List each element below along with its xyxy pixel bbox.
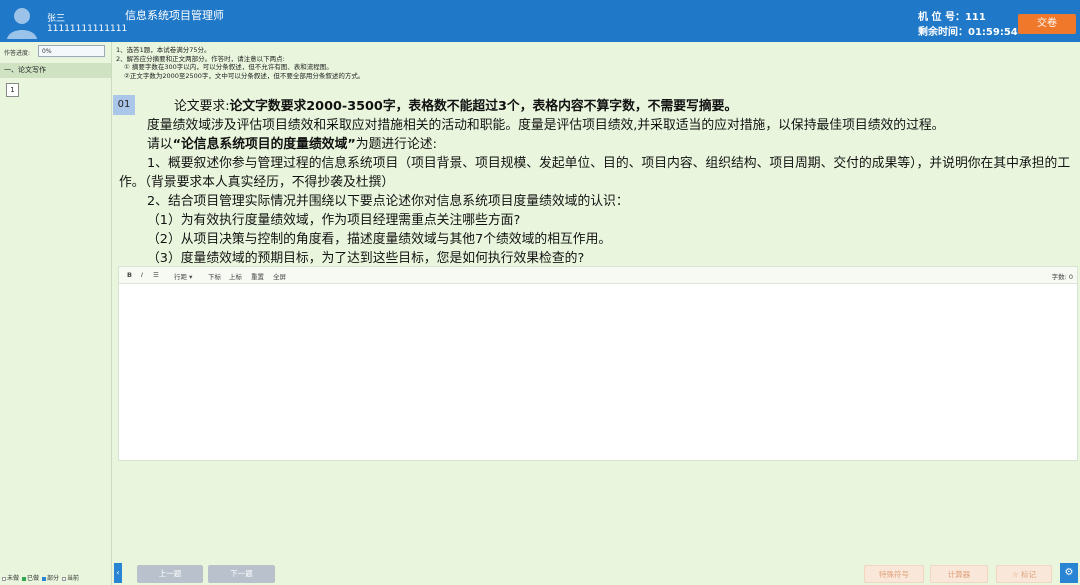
instruction-line: ②正文字数为2000至2500字，文中可以分条叙述，但不要全部用分条叙述的方式。 [124, 71, 365, 80]
line-spacing-dropdown[interactable]: 行距 ▾ [174, 271, 192, 281]
next-question-button[interactable]: 下一题 [208, 565, 275, 583]
answer-editor: B I ☰ 行距 ▾ 下标 上标 重置 全屏 字数: 0 [118, 266, 1078, 461]
question-subpoint-2: （2）从项目决策与控制的角度看，描述度量绩效域与其他7个绩效域的相互作用。 [147, 232, 612, 247]
legend-item-partial: 部分 [42, 573, 59, 582]
editor-toolbar: B I ☰ 行距 ▾ 下标 上标 重置 全屏 字数: 0 [119, 267, 1077, 284]
question-intro: 度量绩效域涉及评估项目绩效和采取应对措施相关的活动和职能。度量是评估项目绩效,并… [147, 118, 945, 133]
mark-button[interactable]: ☆ 标记 [996, 565, 1052, 583]
status-legend: 未做 已做 部分 当前 [2, 573, 79, 582]
word-count: 字数: 0 [1051, 273, 1073, 281]
legend-item-current: 当前 [62, 573, 79, 582]
question-point-2: 2、结合项目管理实际情况并围绕以下要点论述你对信息系统项目度量绩效域的认识： [147, 194, 629, 209]
avatar-icon [4, 3, 40, 39]
answer-textarea[interactable] [119, 284, 1077, 460]
submit-button[interactable]: 交卷 [1018, 14, 1076, 34]
exam-title: 信息系统项目管理师 [125, 9, 224, 22]
legend-item-done: 已做 [22, 573, 39, 582]
bold-button[interactable]: B [127, 271, 132, 279]
user-name: 张三 [47, 14, 66, 24]
remaining-time: 剩余时间：01:59:54 [918, 27, 1018, 38]
section-title[interactable]: 一、论文写作 [0, 63, 111, 78]
question-body: 论文要求:论文字数要求2000-3500字，表格数不能超过3个，表格内容不算字数… [119, 97, 1080, 268]
list-icon[interactable]: ☰ [153, 271, 159, 279]
top-header: 张三 11111111111111 信息系统项目管理师 机 位 号：111 剩余… [0, 0, 1080, 42]
user-id: 11111111111111 [47, 24, 128, 34]
question-point-1: 1、概要叙述你参与管理过程的信息系统项目（项目背景、项目规模、发起单位、目的、项… [119, 156, 1071, 190]
subscript-button[interactable]: 下标 [208, 271, 221, 281]
legend-item-undone: 未做 [2, 573, 19, 582]
fullscreen-button[interactable]: 全屏 [273, 271, 286, 281]
instruction-line: ① 摘要字数在300字以内，可以分条叙述，但不允许有图、表和流程图。 [124, 63, 333, 71]
superscript-button[interactable]: 上标 [229, 271, 242, 281]
left-panel: 作答进度: 0% 一、论文写作 1 未做 已做 部分 当前 [0, 42, 112, 585]
italic-button[interactable]: I [141, 271, 143, 279]
progress-text: 0% [42, 48, 52, 55]
collapse-sidebar-icon[interactable]: ‹ [114, 563, 122, 583]
special-symbol-button[interactable]: 特殊符号 [864, 565, 924, 583]
prev-question-button[interactable]: 上一题 [137, 565, 203, 583]
settings-gear-icon[interactable]: ⚙ [1060, 563, 1078, 583]
reset-button[interactable]: 重置 [251, 271, 264, 281]
instruction-line: 1、选答1题，本试卷满分75分。 [116, 46, 211, 54]
question-nav-item[interactable]: 1 [6, 83, 19, 97]
progress-bar: 0% [38, 45, 105, 57]
question-topic: 请以“论信息系统项目的度量绩效域”为题进行论述: [147, 137, 437, 152]
progress-label: 作答进度: [4, 50, 31, 57]
essay-requirement: 论文要求:论文字数要求2000-3500字，表格数不能超过3个，表格内容不算字数… [174, 99, 738, 114]
seat-number: 机 位 号：111 [918, 12, 986, 23]
exam-instructions: 1、选答1题，本试卷满分75分。 2、解答应分摘要和正文两部分。作答时，请注意以… [116, 46, 1016, 80]
calculator-button[interactable]: 计算器 [930, 565, 988, 583]
question-subpoint-1: （1）为有效执行度量绩效域，作为项目经理需重点关注哪些方面? [147, 213, 521, 228]
instruction-line: 2、解答应分摘要和正文两部分。作答时，请注意以下两点: [116, 54, 285, 63]
